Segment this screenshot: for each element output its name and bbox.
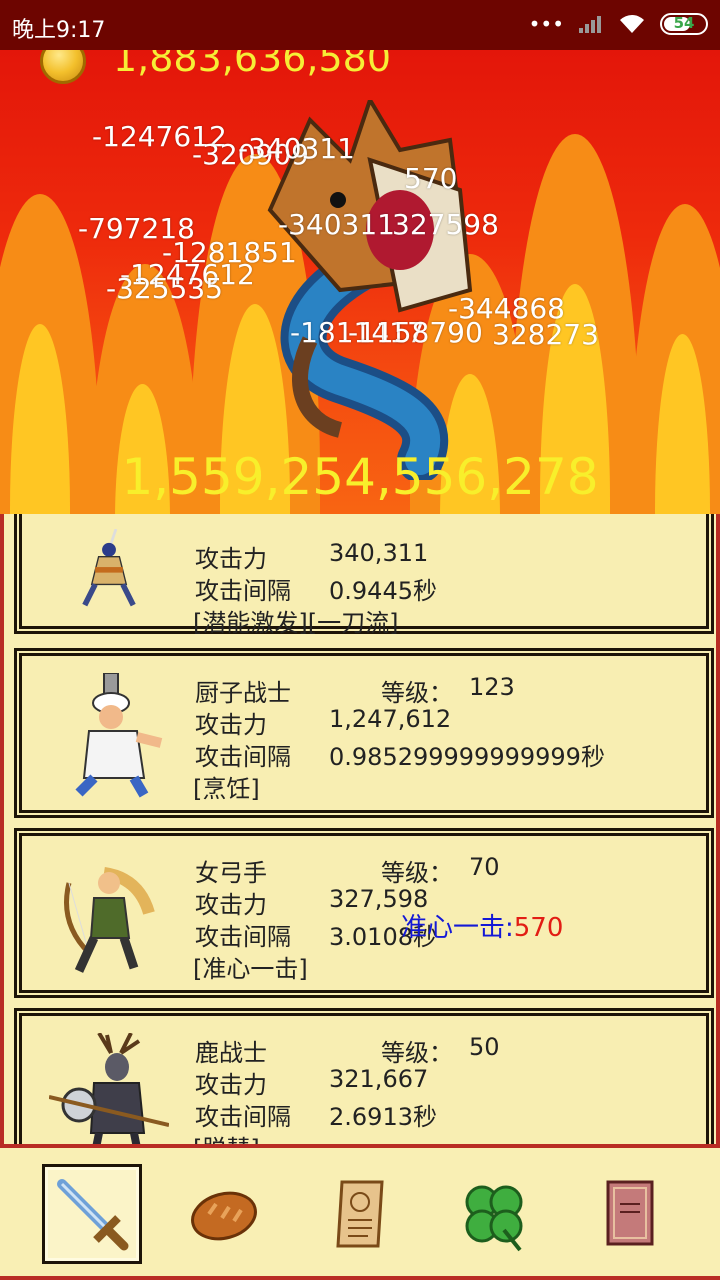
sword-icon [57, 1179, 129, 1251]
hero-card[interactable]: 鹿战士 等级： 50 攻击力 321,667 攻击间隔 2.6913秒 [脱彗] [14, 1008, 714, 1144]
status-bar: 晚上9:17 ••• 54 [0, 0, 720, 50]
skill-popup-label: 准心一击: [401, 913, 514, 943]
hero-level: 123 [469, 673, 515, 701]
attack-value: 340,311 [329, 539, 429, 567]
book-icon [606, 1180, 654, 1246]
interval-value: 0.985299999999999秒 [329, 743, 605, 771]
battery-level: 54 [673, 14, 695, 32]
level-label: 等级： [381, 859, 453, 887]
samurai-hero-portrait [82, 529, 136, 607]
attack-label: 攻击力 [195, 545, 267, 573]
attack-value: 1,247,612 [329, 705, 452, 733]
interval-value: 0.9445秒 [329, 577, 437, 605]
bread-icon [191, 1191, 257, 1241]
hero-list[interactable]: 攻击力 340,311 攻击间隔 0.9445秒 [潜能激发][一刀流] 厨子战… [0, 514, 720, 1144]
hero-level: 50 [469, 1033, 500, 1061]
damage-number: -1158790 [348, 316, 483, 349]
deer-warrior-portrait [49, 1033, 169, 1144]
attack-label: 攻击力 [195, 711, 267, 739]
status-icons: ••• 54 [529, 12, 708, 36]
interval-label: 攻击间隔 [195, 577, 291, 605]
hero-card[interactable]: 厨子战士 等级： 123 攻击力 1,247,612 攻击间隔 0.985299… [14, 648, 714, 818]
interval-value: 2.6913秒 [329, 1103, 437, 1131]
skill-popup-value: 570 [513, 913, 564, 943]
interval-label: 攻击间隔 [195, 743, 291, 771]
signal-icon [579, 16, 601, 33]
damage-number: -325535 [106, 272, 223, 305]
tab-book[interactable] [580, 1164, 680, 1264]
gold-amount: 1,883,636,580 [113, 50, 392, 80]
scroll-icon [336, 1180, 384, 1248]
coin-icon [40, 50, 86, 84]
damage-number: 327598 [392, 208, 499, 241]
damage-number: 328273 [492, 318, 599, 351]
hero-skill: [脱彗] [193, 1129, 260, 1144]
hero-name: 厨子战士 [195, 679, 291, 707]
hero-card[interactable]: 女弓手 等级： 70 攻击力 327,598 攻击间隔 3.0108秒 [准心一… [14, 828, 714, 998]
tab-luck[interactable] [444, 1164, 544, 1264]
damage-number: -340311 [238, 132, 355, 165]
bottom-toolbar [0, 1144, 720, 1280]
interval-label: 攻击间隔 [195, 923, 291, 951]
hero-skill: [烹饪] [193, 775, 260, 803]
damage-number: 570 [404, 162, 458, 195]
attack-label: 攻击力 [195, 1071, 267, 1099]
hero-level: 70 [469, 853, 500, 881]
status-time: 晚上9:17 [12, 18, 106, 43]
attack-value: 321,667 [329, 1065, 429, 1093]
hero-name: 女弓手 [195, 859, 267, 887]
hero-name: 鹿战士 [195, 1039, 267, 1067]
attack-label: 攻击力 [195, 891, 267, 919]
hero-skill: [准心一击] [193, 955, 308, 983]
battle-scene[interactable]: 1,883,636,580 -1247612 -320909 -340311 5… [0, 50, 720, 514]
chef-warrior-portrait [75, 673, 163, 798]
boss-hp: 1,559,254,556,278 [121, 448, 599, 506]
wifi-icon [620, 15, 644, 33]
interval-label: 攻击间隔 [195, 1103, 291, 1131]
skill-popup: 准心一击:570 [401, 907, 563, 944]
level-label: 等级： [381, 679, 453, 707]
level-label: 等级： [381, 1039, 453, 1067]
battery-icon: 54 [660, 13, 708, 35]
tab-food[interactable] [174, 1164, 274, 1264]
hero-card[interactable]: 攻击力 340,311 攻击间隔 0.9445秒 [潜能激发][一刀流] [14, 514, 714, 637]
notification-dots-icon: ••• [528, 12, 564, 36]
hero-skill: [潜能激发][一刀流] [193, 609, 399, 637]
tab-quests[interactable] [310, 1164, 410, 1264]
clover-icon [465, 1185, 523, 1252]
tab-heroes[interactable] [42, 1164, 142, 1264]
archer-girl-portrait [64, 867, 155, 973]
